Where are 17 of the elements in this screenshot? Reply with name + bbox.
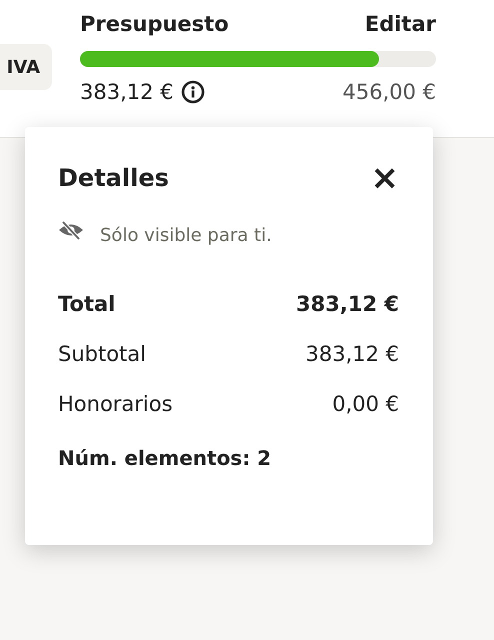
row-label: Subtotal — [58, 342, 146, 366]
visibility-note: Sólo visible para ti. — [100, 225, 272, 246]
row-label: Honorarios — [58, 392, 173, 416]
close-button[interactable]: × — [370, 161, 399, 195]
row-value: 0,00 € — [332, 392, 399, 416]
budget-title: Presupuesto — [80, 12, 229, 36]
popover-title: Detalles — [58, 164, 169, 192]
info-icon[interactable] — [180, 79, 206, 105]
row-label: Total — [58, 292, 116, 316]
budget-total: 456,00 € — [342, 80, 436, 104]
spent-amount: 383,12 € — [80, 80, 174, 104]
iva-button[interactable]: IVA — [0, 44, 52, 90]
edit-link[interactable]: Editar — [364, 12, 436, 36]
item-count: Núm. elementos: 2 — [58, 446, 272, 470]
row-value: 383,12 € — [305, 342, 399, 366]
row-value: 383,12 € — [296, 292, 399, 316]
hidden-eye-icon — [58, 220, 84, 240]
